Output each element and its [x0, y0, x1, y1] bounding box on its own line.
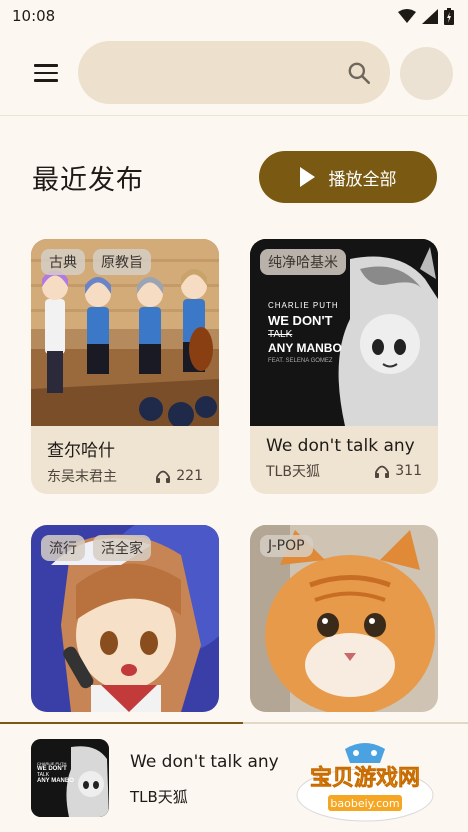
tag-list: 古典 原教旨 [41, 249, 151, 275]
tag[interactable]: 纯净哈基米 [260, 249, 346, 275]
status-icons [398, 7, 454, 25]
cover-image: J-POP [250, 525, 438, 712]
search-bar[interactable] [78, 41, 390, 104]
cover-lettering: CHARLIE PUTH WE DON'T TALK ANY MANBO FEA… [268, 301, 342, 364]
play-all-button[interactable]: 播放全部 [259, 151, 437, 203]
menu-icon[interactable] [32, 60, 60, 86]
track-artist: TLB天狐 [266, 464, 320, 480]
track-meta: 东吴末君主 221 [47, 466, 203, 486]
progress-fill [0, 722, 244, 724]
now-playing-bar[interactable]: CHARLIE PUTH WE DON'T TALK ANY MANBO We … [0, 722, 468, 832]
search-input[interactable] [98, 41, 338, 104]
headphones-icon [375, 465, 390, 478]
track-card[interactable]: 古典 原教旨 查尔哈什 东吴末君主 221 [31, 239, 219, 494]
track-meta: TLB天狐 311 [266, 461, 422, 481]
tag[interactable]: 原教旨 [93, 249, 151, 275]
avatar[interactable] [400, 47, 453, 100]
tag-list: J-POP [260, 535, 313, 557]
top-app-bar [0, 32, 468, 116]
player-cover[interactable]: CHARLIE PUTH WE DON'T TALK ANY MANBO [31, 739, 109, 817]
track-title: We don't talk any [266, 436, 415, 456]
cover-image: 流行 活全家 [31, 525, 219, 712]
cover-image: CHARLIE PUTH WE DON'T TALK ANY MANBO FEA… [250, 239, 438, 426]
player-cover-lettering: CHARLIE PUTH WE DON'T TALK ANY MANBO [37, 761, 74, 784]
wifi-icon [398, 9, 416, 23]
tag-list: 纯净哈基米 [260, 249, 346, 275]
play-count: 221 [156, 468, 203, 484]
track-card[interactable]: J-POP [250, 525, 438, 712]
status-bar: 10:08 [0, 0, 468, 32]
player-artist: TLB天狐 [130, 788, 188, 806]
tag[interactable]: 古典 [41, 249, 85, 275]
cover-image: 古典 原教旨 [31, 239, 219, 426]
track-title: 查尔哈什 [47, 441, 115, 461]
headphones-icon [156, 470, 171, 483]
track-card[interactable]: 流行 活全家 [31, 525, 219, 712]
signal-icon [422, 8, 438, 24]
svg-text:baobeiy.com: baobeiy.com [330, 797, 399, 810]
player-title: We don't talk any [130, 752, 279, 772]
tag[interactable]: 活全家 [93, 535, 151, 561]
status-time: 10:08 [12, 7, 56, 25]
card-info: We don't talk any TLB天狐 311 [250, 426, 438, 494]
tag[interactable]: J-POP [260, 535, 313, 557]
play-count-value: 221 [176, 468, 203, 484]
battery-icon [444, 7, 454, 25]
play-icon [299, 167, 315, 187]
track-artist: 东吴末君主 [47, 469, 117, 485]
watermark-logo: 宝贝游戏网 baobeiy.com [296, 743, 434, 822]
play-all-label: 播放全部 [328, 169, 397, 190]
play-count-value: 311 [395, 463, 422, 479]
svg-text:宝贝游戏网: 宝贝游戏网 [310, 765, 420, 791]
tag[interactable]: 流行 [41, 535, 85, 561]
section-title: 最近发布 [32, 165, 144, 196]
progress-track[interactable] [0, 722, 468, 724]
play-count: 311 [375, 463, 422, 479]
search-icon[interactable] [346, 60, 372, 86]
tag-list: 流行 活全家 [41, 535, 151, 561]
card-info: 查尔哈什 东吴末君主 221 [31, 426, 219, 494]
track-card[interactable]: CHARLIE PUTH WE DON'T TALK ANY MANBO FEA… [250, 239, 438, 494]
